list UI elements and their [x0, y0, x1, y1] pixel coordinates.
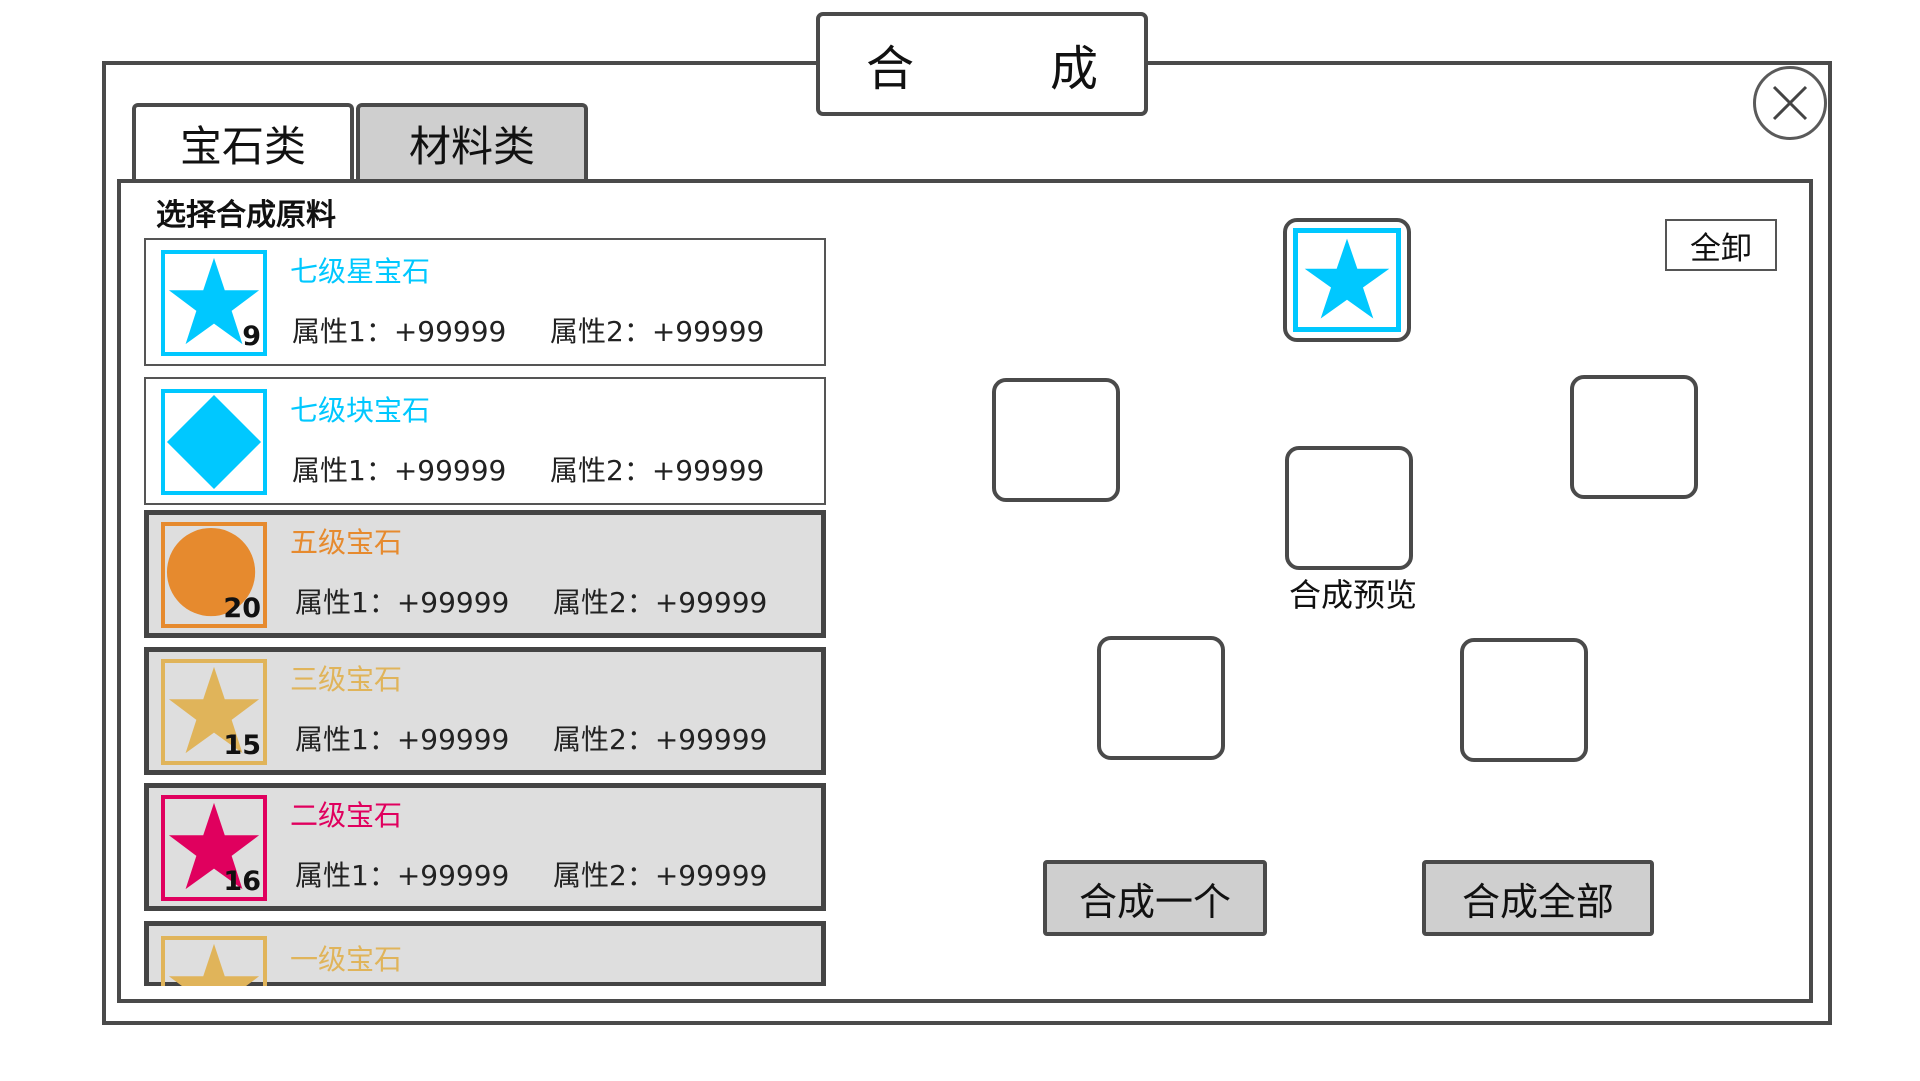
- gem-attr-1: 属性1：+99999: [295, 859, 510, 892]
- gem-icon-frame: [161, 936, 267, 986]
- synthesis-preview-slot[interactable]: [1285, 446, 1413, 570]
- gem-attr-1: 属性1：+99999: [292, 454, 507, 487]
- craft-all-button[interactable]: 合成全部: [1422, 860, 1654, 936]
- result-gem-frame: [1293, 228, 1401, 332]
- gem-name: 五级宝石: [290, 526, 403, 559]
- gem-list[interactable]: 9 七级星宝石 属性1：+99999 属性2：+99999 七级块宝石 属性1：…: [144, 238, 826, 986]
- gem-attr-2: 属性2：+99999: [553, 859, 768, 892]
- preview-label: 合成预览: [1288, 576, 1417, 614]
- unload-all-button[interactable]: 全卸: [1665, 219, 1777, 271]
- diamond-icon: [166, 394, 262, 490]
- gem-icon-frame: 9: [161, 250, 267, 356]
- gem-row-seventh-star[interactable]: 9 七级星宝石 属性1：+99999 属性2：+99999: [144, 238, 826, 366]
- gem-icon-frame: 20: [161, 522, 267, 628]
- material-slot-bottom-left[interactable]: [1097, 636, 1225, 760]
- gem-row-first[interactable]: 一级宝石: [144, 921, 826, 986]
- gem-name: 一级宝石: [290, 943, 403, 976]
- gem-icon-frame: [161, 389, 267, 495]
- gem-row-third[interactable]: 15 三级宝石 属性1：+99999 属性2：+99999: [144, 647, 826, 775]
- list-title: 选择合成原料: [156, 198, 336, 233]
- material-slot-left[interactable]: [992, 378, 1120, 502]
- gem-name: 七级块宝石: [290, 394, 431, 427]
- craft-one-button[interactable]: 合成一个: [1043, 860, 1267, 936]
- gem-attr-2: 属性2：+99999: [553, 723, 768, 756]
- gem-count: 16: [223, 866, 261, 897]
- gem-attr-1: 属性1：+99999: [295, 586, 510, 619]
- tab-gems[interactable]: 宝石类: [132, 103, 354, 179]
- gem-icon-frame: 15: [161, 659, 267, 765]
- gem-attr-2: 属性2：+99999: [550, 315, 765, 348]
- star-icon: [168, 943, 260, 986]
- gem-count: 9: [242, 321, 261, 352]
- gem-attr-1: 属性1：+99999: [292, 315, 507, 348]
- gem-name: 七级星宝石: [290, 255, 431, 288]
- gem-count: 15: [223, 730, 261, 761]
- gem-count: 20: [223, 593, 261, 624]
- tab-materials[interactable]: 材料类: [356, 103, 588, 179]
- gem-name: 二级宝石: [290, 799, 403, 832]
- gem-attr-2: 属性2：+99999: [553, 586, 768, 619]
- synthesis-result-slot[interactable]: [1283, 218, 1411, 342]
- gem-attr-1: 属性1：+99999: [295, 723, 510, 756]
- gem-row-seventh-block[interactable]: 七级块宝石 属性1：+99999 属性2：+99999: [144, 377, 826, 505]
- gem-row-fifth[interactable]: 20 五级宝石 属性1：+99999 属性2：+99999: [144, 510, 826, 638]
- gem-name: 三级宝石: [290, 663, 403, 696]
- material-slot-bottom-right[interactable]: [1460, 638, 1588, 762]
- gem-attr-2: 属性2：+99999: [550, 454, 765, 487]
- window-title: 合 成: [816, 12, 1148, 116]
- close-icon: [1772, 85, 1808, 121]
- material-slot-right[interactable]: [1570, 375, 1698, 499]
- close-button[interactable]: [1753, 66, 1827, 140]
- gem-icon-frame: 16: [161, 795, 267, 901]
- star-icon: [1304, 238, 1390, 319]
- gem-row-second[interactable]: 16 二级宝石 属性1：+99999 属性2：+99999: [144, 783, 826, 911]
